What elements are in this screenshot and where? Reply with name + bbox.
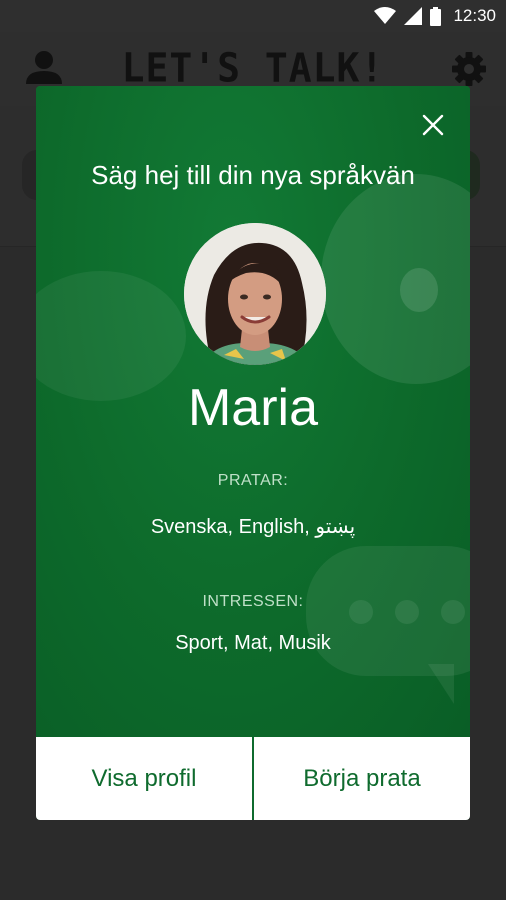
dialog-actions: Visa profil Börja prata — [36, 737, 470, 820]
wifi-icon — [374, 7, 397, 25]
match-name: Maria — [187, 379, 319, 437]
battery-icon — [430, 6, 442, 26]
avatar — [184, 223, 326, 365]
speaks-label: PRATAR: — [217, 472, 289, 489]
decorative-bubble — [428, 664, 454, 704]
start-talking-button[interactable]: Börja prata — [254, 737, 470, 820]
interests-label: INTRESSEN: — [202, 593, 304, 610]
interests-value: Sport, Mat, Musik — [175, 632, 331, 654]
decorative-bubble — [321, 174, 470, 384]
dialog-title: Säg hej till din nya språkvän — [91, 160, 415, 190]
decorative-bubble — [400, 268, 438, 312]
dialog-body: Säg hej till din nya språkvän Maria PRAT… — [36, 86, 470, 737]
match-dialog: Säg hej till din nya språkvän Maria PRAT… — [36, 86, 470, 820]
status-time: 12:30 — [453, 6, 496, 25]
view-profile-button[interactable]: Visa profil — [36, 737, 252, 820]
speaks-value: Svenska, English, پښتو — [150, 516, 356, 538]
signal-icon — [404, 7, 423, 25]
app-logo: LET'S TALK! — [121, 44, 385, 92]
close-icon[interactable] — [422, 114, 444, 136]
status-bar: 12:30 — [0, 0, 506, 32]
